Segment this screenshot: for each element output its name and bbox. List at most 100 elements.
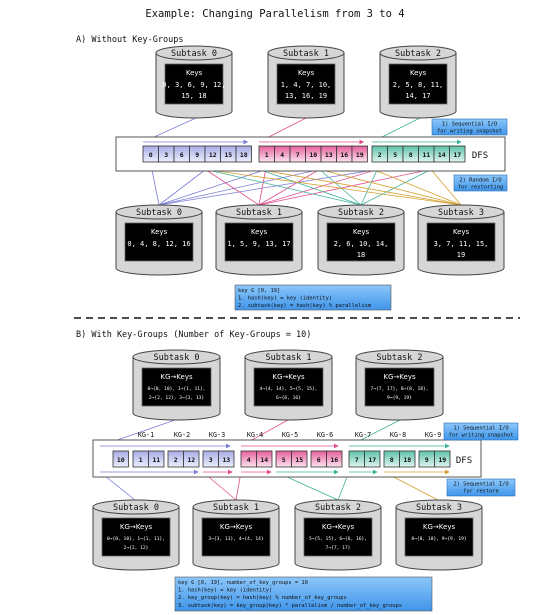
dfs-cell-value: 4	[280, 151, 284, 159]
subtask-label: Subtask 2	[376, 353, 422, 363]
keys-header: Keys	[453, 228, 470, 236]
section-b-new-subtasks: Subtask 0 KG→Keys 0→{0, 10}, 1→{1, 11}, 2→{…	[92, 499, 483, 571]
keys-line: 2→{2, 12}, 3→{3, 13}	[149, 395, 205, 401]
section-a-old-subtasks: Subtask 0Keys0, 3, 6, 9, 12,15, 18Subtas…	[155, 45, 457, 119]
dfs-cell-value: 16	[330, 456, 338, 464]
keys-line: 2, 6, 10, 14,	[334, 240, 389, 248]
keys-line: 7→{7, 17}, 8→{8, 18},	[370, 386, 428, 392]
subtask-cylinder: Subtask 0 Keys 0, 3, 6, 9, 12, 15, 18	[155, 45, 233, 119]
subtask-cylinder: Subtask 2 Keys 2, 6, 10, 14, 18	[317, 204, 405, 276]
section-b-formula-box: key ∈ [0, 19], number_of_key_groups = 10…	[174, 576, 433, 612]
keys-header: KG→Keys	[160, 373, 193, 381]
section-a-dfs-storage: DFS0 3 6 9 12 15 18 1 4 7 10 13 16 19 2 5 8 11 14 17	[115, 136, 506, 172]
dfs-cell-value: 18	[403, 456, 411, 464]
dfs-cell-value: 14	[438, 151, 446, 159]
dfs-label: DFS	[472, 151, 488, 161]
subtask-label: Subtask 0	[136, 208, 182, 218]
subtask-label: Subtask 0	[171, 49, 217, 59]
dfs-cell-value: 3	[164, 151, 168, 159]
formula-line: 2. subtask(key) = hash(key) % parallelis…	[238, 303, 371, 309]
dfs-cell-value: 4	[247, 456, 251, 464]
kg-label: KG-9	[425, 431, 441, 439]
kg-label: KG-6	[317, 431, 333, 439]
subtask-label: Subtask 1	[265, 353, 311, 363]
keys-line: 3, 7, 11, 15,	[434, 240, 489, 248]
dfs-cell-value: 17	[368, 456, 376, 464]
note-line: 2) Sequential I/O	[453, 482, 508, 488]
keys-line: 4→{4, 14}, 5→{5, 15},	[259, 386, 317, 392]
keys-line: 3→{3, 13}, 4→{4, 14}	[208, 536, 264, 542]
section-a-note-sequential-io: 1) Sequential I/Ofor writing snapshot	[431, 118, 508, 136]
note-line: 2) Random I/O	[459, 178, 501, 184]
dfs-cell-value: 15	[295, 456, 303, 464]
dfs-cell-value: 10	[309, 151, 317, 159]
subtask-label: Subtask 1	[213, 503, 259, 513]
key-group-kg-1: 1 11	[132, 450, 165, 468]
kg-label: KG-2	[174, 431, 190, 439]
section-a-new-subtasks: Subtask 0 Keys 0, 4, 8, 12, 16 Subtask 1 Key…	[115, 204, 505, 276]
section-b-old-subtasks: Subtask 0 KG→Keys 0→{0, 10}, 1→{1, 11}, 2→{…	[132, 349, 444, 421]
subtask-cylinder: Subtask 3 KG→Keys 8→{8, 18}, 9→{9, 19}	[395, 499, 483, 571]
kg-label: KG-1	[138, 431, 154, 439]
section-b-dfs-storage: DFS10 1 11 2 12 3 13 4 14 5 15 6 16 7 17 8 18 9 19	[92, 439, 482, 478]
keys-line: 2, 5, 8, 11,	[393, 81, 444, 89]
keys-line: 0, 4, 8, 12, 16	[127, 240, 190, 248]
subtask-cylinder: Subtask 1 Keys 1, 4, 7, 10, 13, 16, 19	[267, 45, 345, 119]
key-group-kg-7: 7 17	[348, 450, 381, 468]
key-group-kg-2: 2 12	[167, 450, 200, 468]
subtask-cylinder: Subtask 2 KG→Keys 7→{7, 17}, 8→{8, 18}, 9→{…	[355, 349, 444, 421]
keys-line: 2→{2, 12}	[124, 545, 149, 551]
subtask-label: Subtask 2	[315, 503, 361, 513]
dfs-cell-value: 13	[222, 456, 230, 464]
keys-header: KG→Keys	[220, 523, 253, 531]
keys-header: KG→Keys	[272, 373, 305, 381]
section-a-heading: A) Without Key-Groups	[76, 35, 183, 45]
dfs-cell-value: 12	[187, 456, 195, 464]
dfs-cell-value: 19	[356, 151, 364, 159]
dfs-cell-value: 18	[240, 151, 248, 159]
section-b-note-sequential-io-restore: 2) Sequential I/Ofor restore	[446, 478, 516, 497]
section-a-formula-box: key ∈ [0, 19] 1. hash(key) = key (identit…	[234, 284, 392, 311]
note-line: 1) Sequential I/O	[453, 426, 508, 432]
keys-header: KG→Keys	[423, 523, 456, 531]
keys-header: KG→Keys	[383, 373, 416, 381]
subtask-cylinder: Subtask 0 KG→Keys 0→{0, 10}, 1→{1, 11}, 2→{…	[92, 499, 180, 571]
keys-header: Keys	[186, 69, 203, 77]
subtask-label: Subtask 3	[438, 208, 484, 218]
dfs-cell-value: 1	[265, 151, 269, 159]
subtask-label: Subtask 0	[153, 353, 199, 363]
subtask-label: Subtask 1	[236, 208, 282, 218]
note-line: for writing snapshot	[449, 433, 514, 439]
keys-line: 7→{7, 17}	[326, 545, 351, 551]
dfs-cell-value: 5	[282, 456, 286, 464]
formula-line: 3. subtask(key) = key_group(key) * paral…	[178, 603, 402, 609]
dfs-cell-value: 9	[425, 456, 429, 464]
subtask-label: Subtask 2	[395, 49, 441, 59]
dfs-label: DFS	[456, 456, 472, 466]
keys-line: 18	[357, 251, 365, 259]
subtask-label: Subtask 2	[338, 208, 384, 218]
parallelism-diagram: Example: Changing Parallelism from 3 to …	[74, 8, 520, 612]
dfs-cell-value: 7	[355, 456, 359, 464]
keys-header: Keys	[151, 228, 168, 236]
formula-line: 1. hash(key) = key (identity)	[238, 296, 332, 302]
dfs-group-subtask-0: 0 3 6 9 12 15 18	[142, 145, 252, 163]
subtask-cylinder: Subtask 1 KG→Keys 3→{3, 13}, 4→{4, 14}	[192, 499, 280, 571]
subtask-label: Subtask 1	[283, 49, 329, 59]
keys-line: 1, 5, 9, 13, 17	[227, 240, 290, 248]
dfs-cell-value: 2	[174, 456, 178, 464]
dfs-cell-value: 11	[152, 456, 160, 464]
keys-line: 0→{0, 10}, 1→{1, 11},	[107, 536, 165, 542]
keys-line: 5→{5, 15}, 6→{6, 16},	[309, 536, 367, 542]
subtask-cylinder: Subtask 2 KG→Keys 5→{5, 15}, 6→{6, 16}, 7→{…	[294, 499, 382, 571]
formula-line: 1. hash(key) = key (identity)	[178, 588, 272, 594]
keys-line: 1, 4, 7, 10,	[281, 81, 332, 89]
dfs-cell-value: 17	[453, 151, 461, 159]
keys-line: 9→{9, 19}	[387, 395, 412, 401]
keys-line: 14, 17	[405, 92, 430, 100]
keys-header: Keys	[353, 228, 370, 236]
key-group-kg-4: 4 14	[240, 450, 273, 468]
key-group-kg-0: 10	[112, 450, 129, 468]
keys-header: Keys	[251, 228, 268, 236]
kg-label: KG-3	[209, 431, 225, 439]
